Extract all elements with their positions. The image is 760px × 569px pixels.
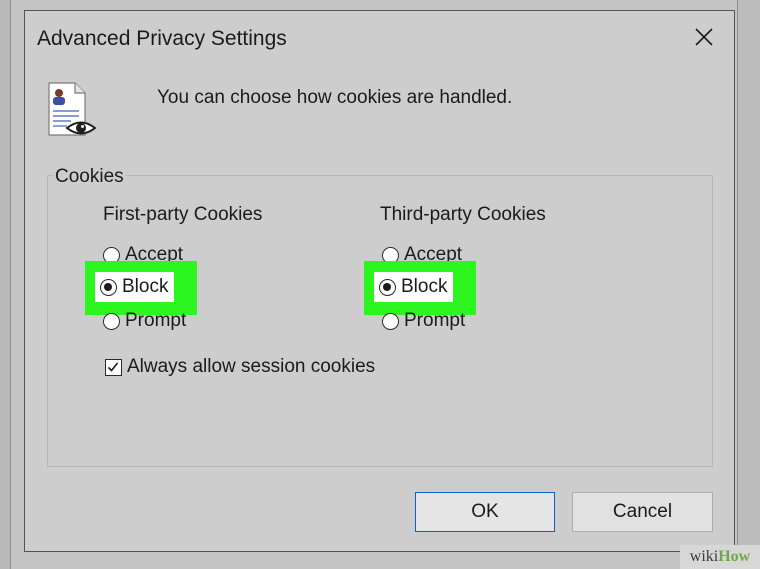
checkbox-checked[interactable] <box>105 358 122 376</box>
third-party-cookies-title: Third-party Cookies <box>380 204 546 225</box>
title-bar: Advanced Privacy Settings <box>25 11 734 63</box>
highlight-box-third-party-block: Block <box>364 261 476 315</box>
first-party-prompt-radio[interactable]: Prompt <box>103 308 186 334</box>
radio-button[interactable] <box>103 312 120 330</box>
checkbox-label: Always allow session cookies <box>127 356 376 377</box>
radio-label: Prompt <box>404 310 466 331</box>
dialog-title: Advanced Privacy Settings <box>37 27 287 50</box>
third-party-prompt-radio[interactable]: Prompt <box>382 308 465 334</box>
wikihow-watermark: wiki How <box>680 545 760 569</box>
watermark-wiki: wiki <box>689 548 719 565</box>
close-icon <box>695 28 713 46</box>
close-button[interactable] <box>692 25 716 49</box>
radio-button-checked[interactable] <box>379 278 396 296</box>
radio-label: Prompt <box>125 310 187 331</box>
ok-button[interactable]: OK <box>415 492 555 532</box>
first-party-block-radio[interactable]: Block <box>95 272 175 302</box>
cookies-group-label: Cookies <box>53 166 126 188</box>
cancel-button[interactable]: Cancel <box>572 492 713 532</box>
first-party-cookies-title: First-party Cookies <box>103 204 263 225</box>
background-window-edge-left <box>0 0 11 569</box>
screen: Advanced Privacy Settings You can choose… <box>0 0 760 569</box>
radio-label: Block <box>401 276 448 297</box>
radio-button-checked[interactable] <box>100 278 117 296</box>
radio-label: Block <box>122 276 169 297</box>
always-allow-session-cookies-checkbox[interactable]: Always allow session cookies <box>105 354 375 380</box>
highlight-box-first-party-block: Block <box>85 261 197 315</box>
background-window-edge-right <box>737 0 760 569</box>
privacy-document-eye-icon <box>45 81 101 141</box>
advanced-privacy-settings-dialog: Advanced Privacy Settings You can choose… <box>24 10 735 552</box>
checkmark-icon <box>107 362 119 372</box>
radio-button[interactable] <box>382 312 399 330</box>
intro-text: You can choose how cookies are handled. <box>157 87 513 108</box>
third-party-block-radio[interactable]: Block <box>374 272 454 302</box>
watermark-how: How <box>718 548 751 565</box>
